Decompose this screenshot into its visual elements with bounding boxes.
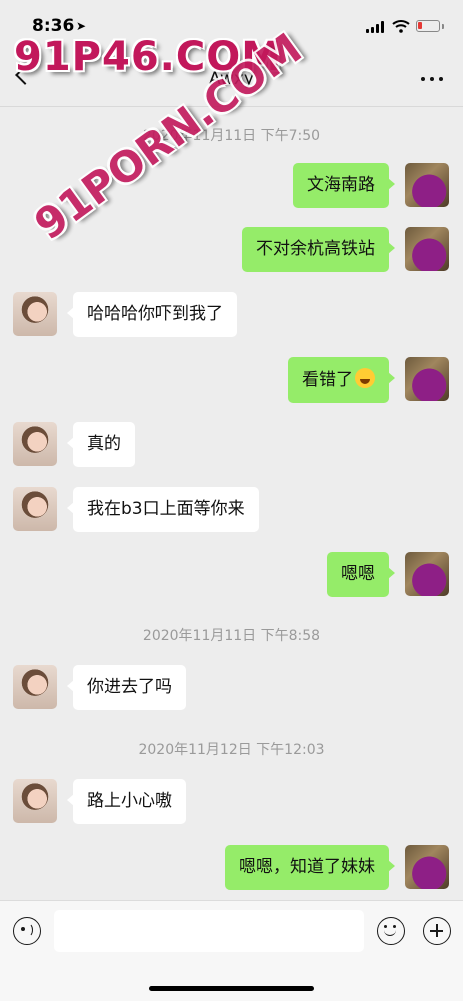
home-indicator (149, 986, 314, 991)
message-text: 路上小心嗷 (87, 791, 172, 811)
input-bar (0, 900, 463, 1001)
contact-avatar[interactable] (13, 292, 57, 336)
timestamp: 2020年11月11日 下午8:58 (142, 628, 321, 644)
chat-title: Awxy (209, 69, 254, 89)
received-message[interactable]: 真的 (67, 422, 135, 467)
message-text: 哈哈哈你吓到我了 (87, 304, 223, 324)
contact-avatar[interactable] (13, 422, 57, 466)
message-text: 不对余杭高铁站 (256, 239, 375, 259)
status-bar: 8:36 ➤ (0, 0, 463, 52)
received-message[interactable]: 哈哈哈你吓到我了 (67, 292, 237, 337)
laughing-crying-emoji-icon (355, 368, 375, 388)
message-text: 嗯嗯 (341, 564, 375, 584)
contact-avatar[interactable] (13, 665, 57, 709)
contact-avatar[interactable] (13, 779, 57, 823)
my-avatar[interactable] (405, 163, 449, 207)
status-time: 8:36 (32, 16, 75, 36)
message-input[interactable] (54, 910, 364, 952)
battery-icon (416, 20, 440, 32)
timestamp: 2020年11月12日 下午12:03 (138, 742, 325, 758)
sent-message[interactable]: 文海南路 (293, 163, 395, 208)
voice-icon[interactable] (13, 917, 41, 945)
nav-bar: Awxy (0, 52, 463, 107)
sent-message[interactable]: 嗯嗯，知道了妹妹 (225, 845, 395, 890)
wifi-icon (392, 20, 410, 33)
message-text: 文海南路 (307, 175, 375, 195)
message-text: 你进去了吗 (87, 677, 172, 697)
message-text: 真的 (87, 434, 121, 454)
location-arrow-icon: ➤ (76, 19, 87, 33)
sent-message[interactable]: 不对余杭高铁站 (242, 227, 395, 272)
received-message[interactable]: 你进去了吗 (67, 665, 186, 710)
sent-message[interactable]: 嗯嗯 (327, 552, 395, 597)
message-text: 看错了 (302, 370, 353, 390)
timestamp: 2020年11月11日 下午7:50 (142, 128, 321, 144)
my-avatar[interactable] (405, 227, 449, 271)
received-message[interactable]: 路上小心嗷 (67, 779, 186, 824)
message-text: 我在b3口上面等你来 (87, 499, 245, 519)
message-text: 嗯嗯，知道了妹妹 (239, 857, 375, 877)
sent-message[interactable]: 看错了 (288, 357, 395, 403)
received-message[interactable]: 我在b3口上面等你来 (67, 487, 259, 532)
more-dots-icon[interactable] (421, 77, 443, 81)
chat-area[interactable]: 2020年11月11日 下午7:50 文海南路不对余杭高铁站哈哈哈你吓到我了看错了… (0, 107, 463, 900)
emoji-icon[interactable] (377, 917, 405, 945)
contact-avatar[interactable] (13, 487, 57, 531)
signal-icon (366, 21, 386, 33)
plus-icon[interactable] (423, 917, 451, 945)
my-avatar[interactable] (405, 357, 449, 401)
my-avatar[interactable] (405, 845, 449, 889)
my-avatar[interactable] (405, 552, 449, 596)
